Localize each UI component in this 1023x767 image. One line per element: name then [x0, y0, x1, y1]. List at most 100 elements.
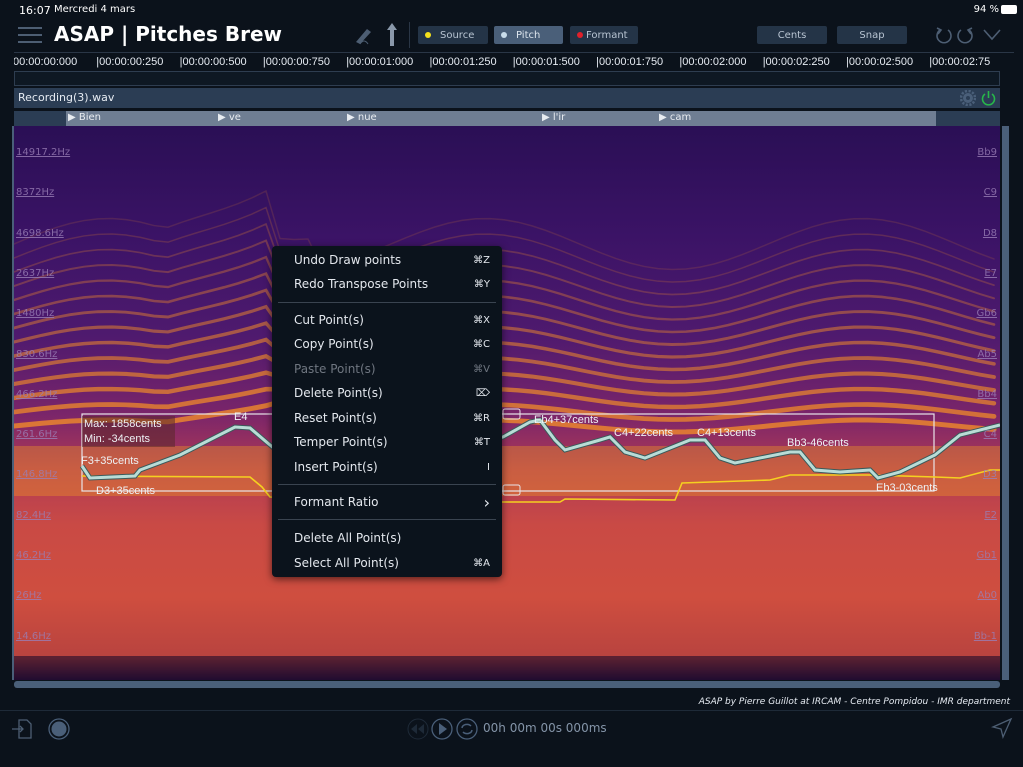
timeline-tick-label: |00:00:01:000	[346, 56, 414, 68]
header-divider	[14, 52, 1014, 53]
menu-item-shortcut: I	[487, 461, 490, 473]
menu-item-label: Copy Point(s)	[294, 337, 374, 351]
menu-item-redo-transpose-points[interactable]: Redo Transpose Points ⌘Y	[294, 274, 490, 294]
menu-item-label: Temper Point(s)	[294, 435, 388, 449]
frequency-label: 261.6Hz	[16, 429, 58, 441]
menu-item-shortcut: ⌘V	[473, 363, 490, 375]
formant-label: Formant	[586, 29, 628, 41]
frequency-label: 26Hz	[16, 590, 42, 602]
pitch-annotation: Bb3-46cents	[787, 437, 849, 449]
timeline-tick-label: |00:00:02:250	[762, 56, 830, 68]
loop-icon[interactable]	[456, 718, 478, 740]
menu-item-label: Reset Point(s)	[294, 411, 377, 425]
track-name: Recording(3).wav	[18, 91, 115, 104]
menu-item-shortcut: ⌘T	[473, 436, 490, 448]
frequency-label: 14917.2Hz	[16, 147, 71, 158]
horizontal-scrollbar[interactable]	[14, 681, 1000, 688]
pitch-annotation: F3+35cents	[81, 455, 139, 467]
menu-item-label: Delete All Point(s)	[294, 531, 402, 545]
menu-item-cut-point-s[interactable]: Cut Point(s) ⌘X	[294, 310, 490, 330]
timeline-tick-label: 00:00:00:000	[14, 56, 78, 68]
menu-item-shortcut: ⌘C	[473, 338, 490, 350]
menu-item-insert-point-s[interactable]: Insert Point(s) I	[294, 457, 490, 477]
app-title: ASAP | Pitches Brew	[54, 22, 282, 46]
lyric-item[interactable]: ▶ nue	[347, 112, 377, 123]
menu-icon[interactable]	[18, 27, 42, 43]
lyrics-bar[interactable]: ▶ Bien ▶ ve ▶ nue ▶ l'ir ▶ cam	[66, 111, 936, 126]
formant-mode-button[interactable]: Formant	[570, 26, 638, 44]
menu-item-label: Insert Point(s)	[294, 460, 378, 474]
battery-icon	[1001, 5, 1017, 14]
pencil-icon[interactable]	[352, 24, 376, 46]
cents-button[interactable]: Cents	[757, 26, 827, 44]
timeline-tick-label: |00:00:01:750	[596, 56, 664, 68]
menu-item-copy-point-s[interactable]: Copy Point(s) ⌘C	[294, 334, 490, 354]
vertical-scrollbar[interactable]	[1002, 126, 1009, 680]
frequency-label: 14.6Hz	[16, 630, 52, 642]
snap-button[interactable]: Snap	[837, 26, 907, 44]
note-label: E7	[984, 267, 997, 279]
pitch-dot-icon	[501, 32, 507, 38]
timeline-track[interactable]	[14, 71, 1000, 86]
menu-item-reset-point-s[interactable]: Reset Point(s) ⌘R	[294, 408, 490, 428]
harmonic-band	[14, 304, 996, 359]
menu-item-formant-ratio[interactable]: Formant Ratio ›	[294, 492, 490, 512]
note-label: Gb1	[976, 550, 997, 561]
menu-item-shortcut: ⌘R	[473, 412, 490, 424]
source-label: Source	[440, 29, 475, 41]
pitch-annotation: Eb3-03cents	[876, 482, 938, 494]
menu-item-delete-all-point-s[interactable]: Delete All Point(s)	[294, 528, 490, 548]
lyric-item[interactable]: ▶ Bien	[68, 112, 101, 123]
play-icon[interactable]	[431, 718, 453, 740]
note-label: C4	[983, 429, 997, 441]
lyric-item[interactable]: ▶ cam	[659, 112, 691, 123]
note-label: Ab0	[977, 590, 997, 602]
timeline-tick-label: |00:00:00:750	[262, 56, 330, 68]
note-label: Bb-1	[973, 630, 997, 642]
menu-item-undo-draw-points[interactable]: Undo Draw points ⌘Z	[294, 250, 490, 270]
menu-item-label: Formant Ratio	[294, 495, 379, 509]
power-icon[interactable]	[980, 89, 997, 107]
import-file-icon[interactable]	[10, 717, 34, 741]
redo-icon[interactable]	[955, 26, 975, 44]
menu-item-select-all-point-s[interactable]: Select All Point(s) ⌘A	[294, 553, 490, 573]
note-label: D8	[982, 227, 997, 239]
send-icon[interactable]	[991, 717, 1013, 739]
date: Mercredi 4 mars	[54, 4, 136, 15]
menu-item-label: Cut Point(s)	[294, 313, 364, 327]
note-label: Ab5	[977, 348, 997, 360]
note-label: D3	[982, 469, 997, 481]
frequency-label: 8372Hz	[16, 187, 55, 199]
status-bar: 16:07 Mercredi 4 mars 94 %	[0, 0, 1023, 18]
rewind-icon[interactable]	[407, 718, 429, 740]
menu-item-shortcut: ⌦	[475, 387, 490, 399]
timeline-tick-label: |00:00:00:500	[179, 56, 247, 68]
menu-item-shortcut: ⌘Z	[473, 254, 490, 266]
pitch-annotation: C4+22cents	[614, 427, 674, 439]
lyric-item[interactable]: ▶ ve	[218, 112, 241, 123]
menu-item-label: Delete Point(s)	[294, 386, 383, 400]
credit-text: ASAP by Pierre Guillot at IRCAM - Centre…	[698, 697, 1010, 707]
frequency-label: 146.8Hz	[16, 469, 58, 481]
frequency-label: 4698.6Hz	[16, 227, 64, 239]
gear-icon[interactable]	[960, 90, 976, 106]
frequency-label: 466.2Hz	[16, 388, 58, 400]
pitch-annotation: E4	[234, 411, 248, 423]
spectrogram[interactable]: 14917.2Hz Bb9 8372Hz C9 4698.6Hz D8 2637Hz E7 14…	[14, 126, 1000, 680]
divider	[409, 22, 410, 48]
source-dot-icon	[425, 32, 431, 38]
tuning-pin-icon[interactable]	[385, 22, 399, 48]
record-icon[interactable]	[47, 717, 71, 741]
chevron-down-icon[interactable]	[983, 28, 1001, 42]
source-mode-button[interactable]: Source	[418, 26, 488, 44]
undo-icon[interactable]	[934, 26, 954, 44]
menu-item-shortcut: ⌘X	[473, 314, 490, 326]
menu-item-delete-point-s[interactable]: Delete Point(s) ⌦	[294, 383, 490, 403]
note-label: C9	[983, 187, 997, 199]
timeline-ruler[interactable]: 00:00:00:000 |00:00:00:250 |00:00:00:500 |0…	[14, 56, 1000, 70]
pitch-mode-button[interactable]: Pitch	[494, 26, 563, 44]
max-cents: Max: 1858cents	[84, 418, 162, 430]
lyric-label: cam	[669, 112, 692, 123]
lyric-item[interactable]: ▶ l'ir	[542, 112, 565, 123]
menu-item-temper-point-s[interactable]: Temper Point(s) ⌘T	[294, 432, 490, 452]
